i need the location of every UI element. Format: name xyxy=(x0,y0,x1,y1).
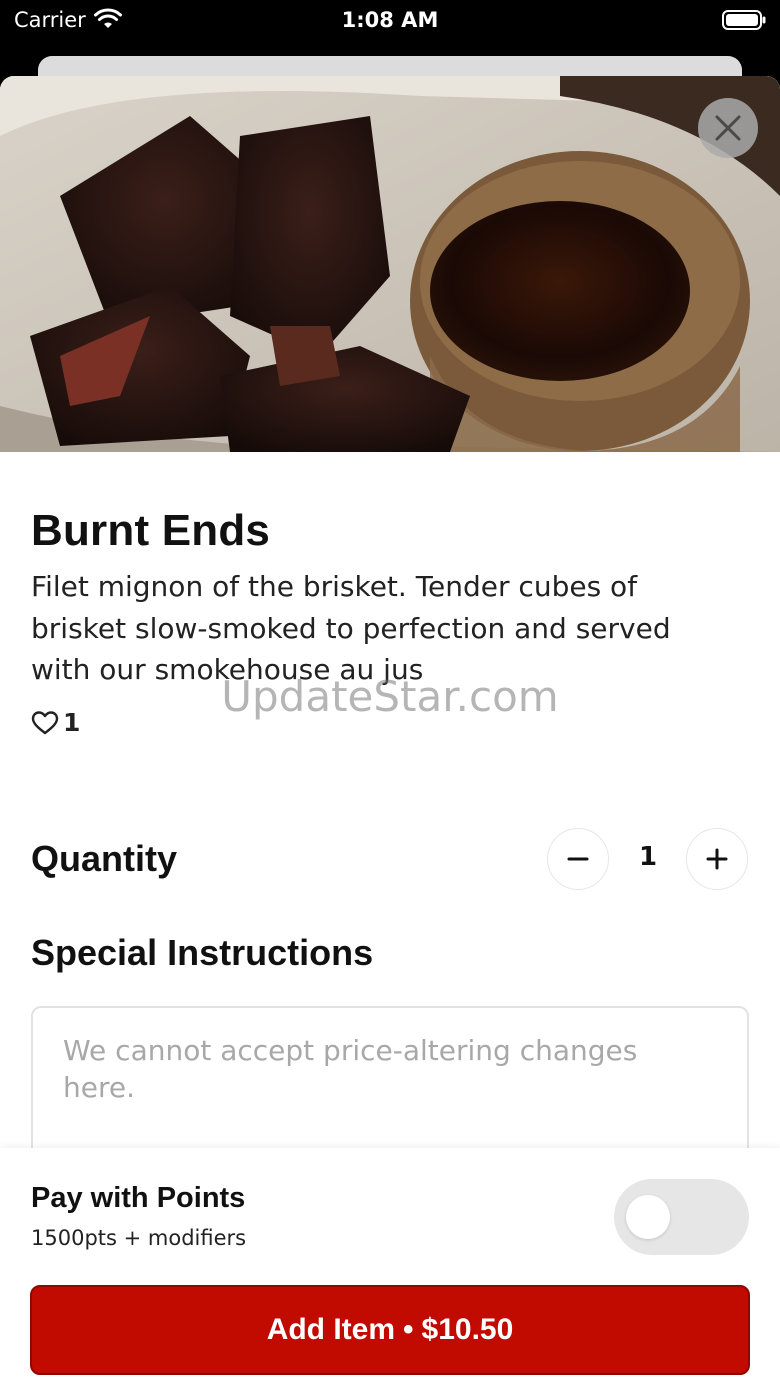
special-instructions-box xyxy=(31,1006,749,1166)
item-detail-sheet: Burnt Ends Filet mignon of the brisket. … xyxy=(0,76,780,1387)
battery-icon xyxy=(722,10,766,30)
plus-icon xyxy=(706,848,728,870)
quantity-label: Quantity xyxy=(31,838,178,879)
pay-with-points-toggle[interactable] xyxy=(614,1179,749,1255)
bottom-bar: Pay with Points 1500pts + modifiers Add … xyxy=(0,1148,780,1387)
decrease-quantity-button[interactable] xyxy=(547,828,609,890)
quantity-value: 1 xyxy=(638,842,658,872)
add-item-price: $10.50 xyxy=(421,1313,514,1346)
item-photo xyxy=(0,76,780,452)
status-bar: Carrier 1:08 AM xyxy=(0,0,780,44)
increase-quantity-button[interactable] xyxy=(686,828,748,890)
toggle-knob xyxy=(626,1195,670,1239)
item-title: Burnt Ends xyxy=(31,506,271,555)
minus-icon xyxy=(567,857,589,861)
status-time: 1:08 AM xyxy=(341,8,439,32)
points-cost: 1500pts + modifiers xyxy=(31,1226,247,1250)
special-instructions-input[interactable] xyxy=(33,1008,747,1164)
add-item-label: Add Item xyxy=(266,1313,396,1346)
add-item-separator: • xyxy=(403,1313,414,1346)
watermark: UpdateStar.com xyxy=(221,672,559,721)
special-instructions-label: Special Instructions xyxy=(31,932,374,973)
add-item-button[interactable]: Add Item • $10.50 xyxy=(30,1285,750,1375)
close-button[interactable] xyxy=(698,98,758,158)
close-icon xyxy=(715,115,741,141)
pay-with-points-label: Pay with Points xyxy=(31,1182,246,1214)
